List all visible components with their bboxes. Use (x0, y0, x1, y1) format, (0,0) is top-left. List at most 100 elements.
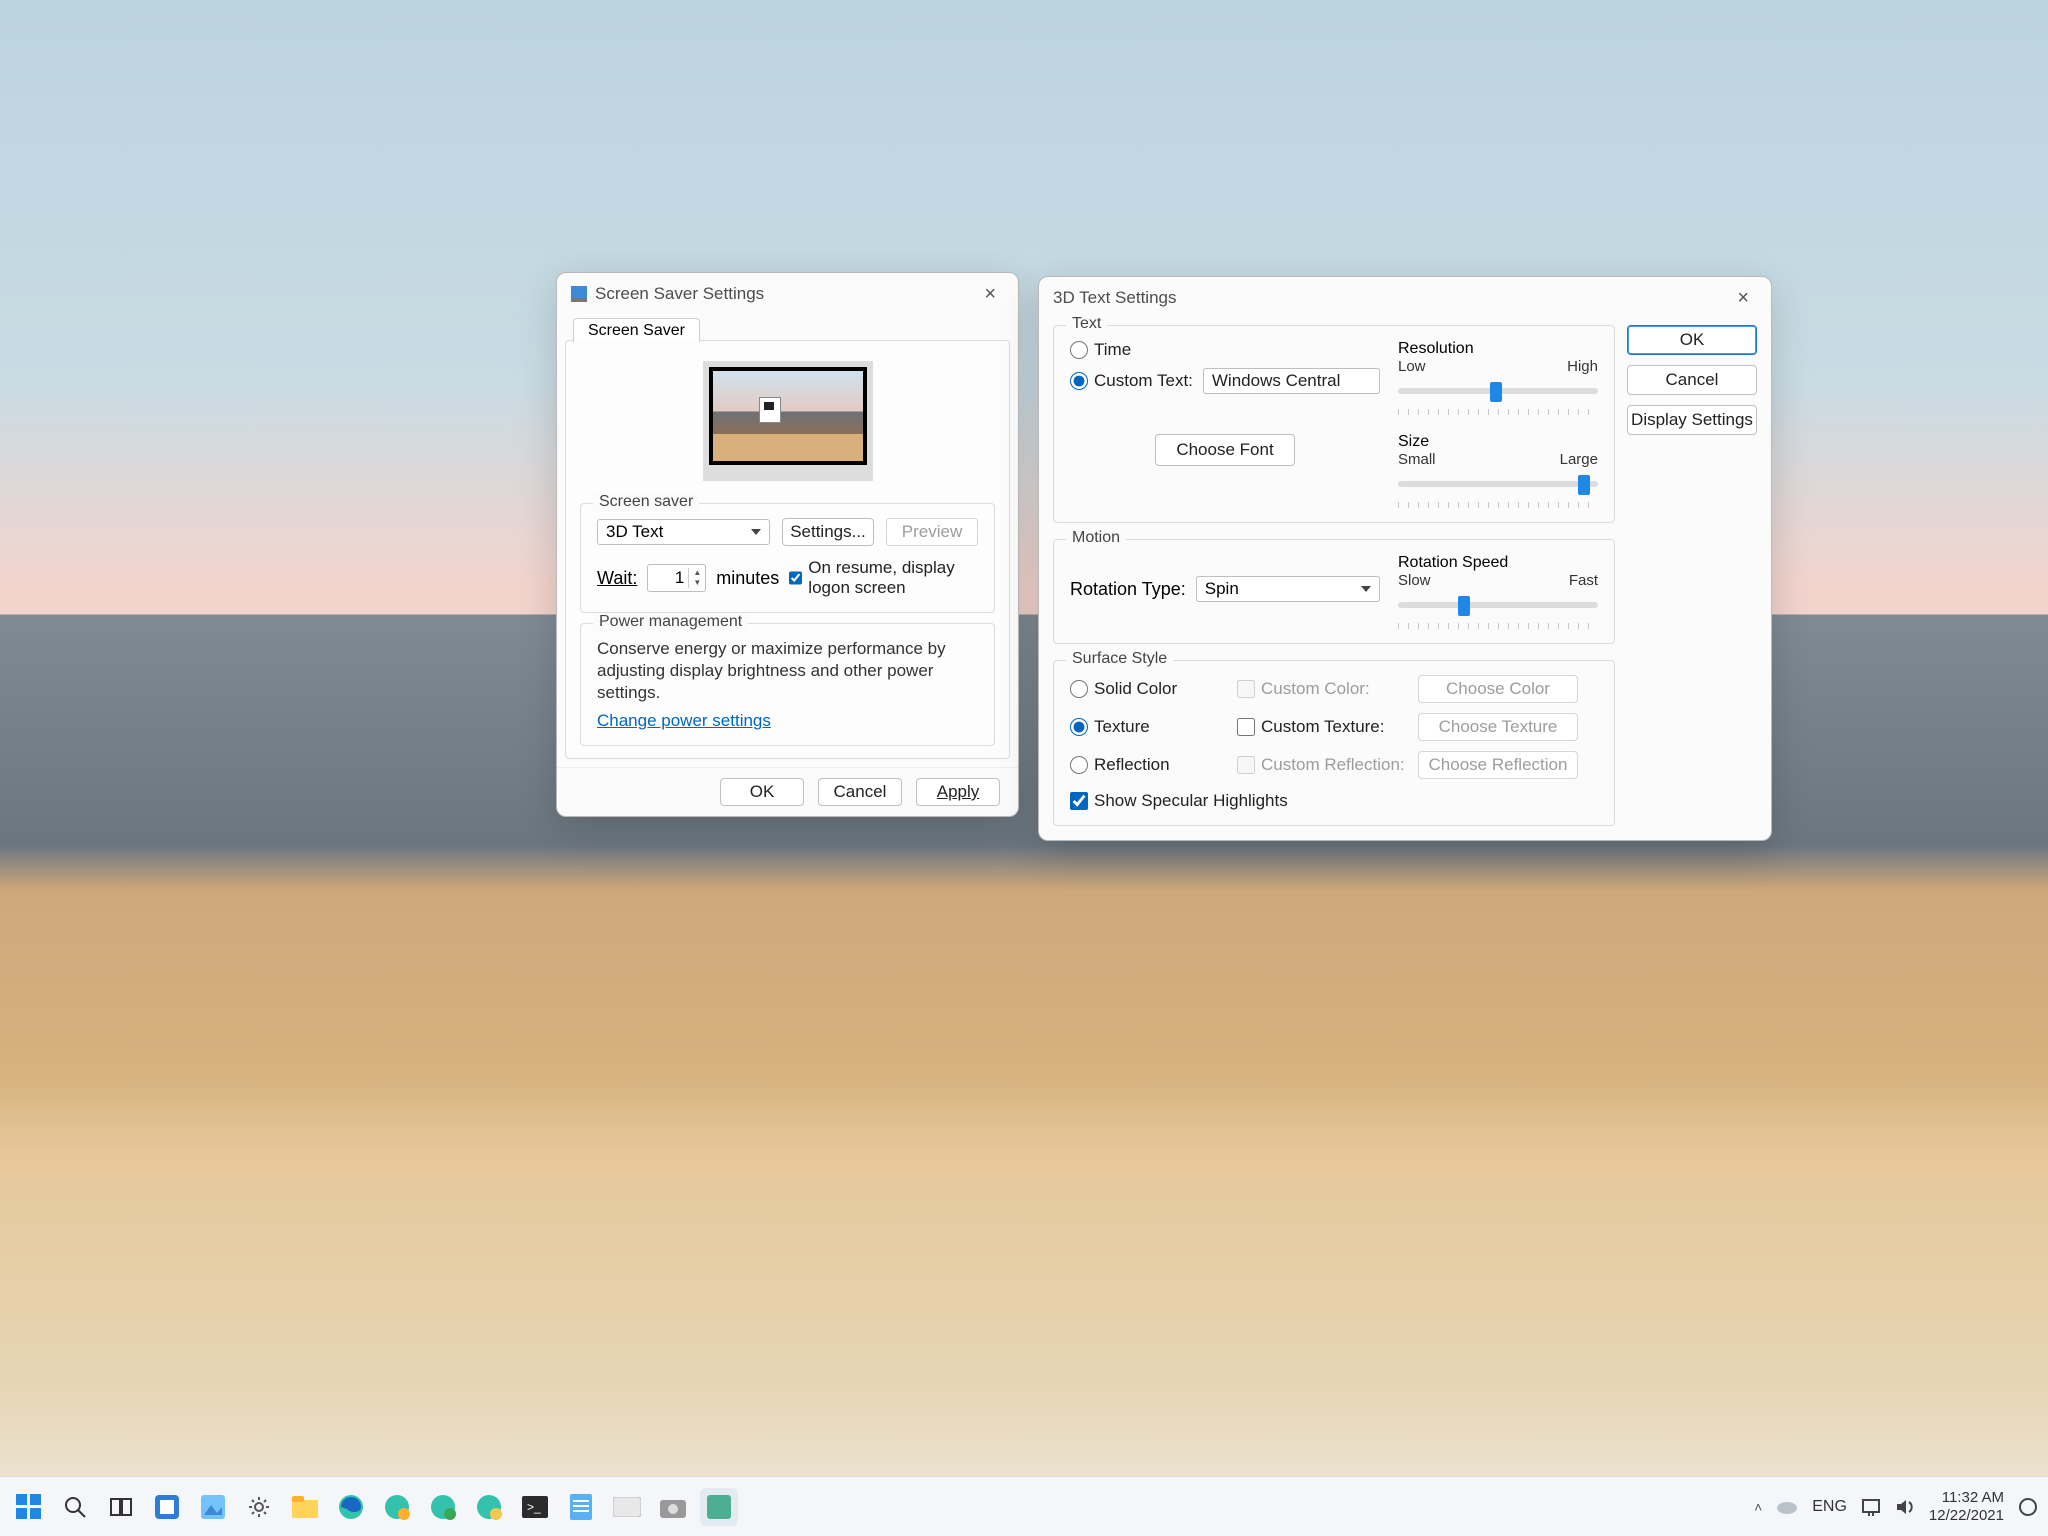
task-view-icon[interactable] (102, 1488, 140, 1526)
custom-texture-checkbox[interactable]: Custom Texture: (1237, 717, 1418, 737)
notepad-icon[interactable] (562, 1488, 600, 1526)
wait-label: Wait: (597, 568, 637, 589)
screensaver-selected: 3D Text (606, 522, 663, 542)
choose-texture-button: Choose Texture (1418, 713, 1578, 741)
svg-text:>_: >_ (527, 1500, 541, 1514)
apply-button[interactable]: Apply (916, 778, 1000, 806)
group-motion-label: Motion (1066, 529, 1126, 547)
speed-slow-label: Slow (1398, 572, 1431, 589)
custom-color-label: Custom Color: (1261, 679, 1370, 699)
resume-logon-checkbox[interactable]: On resume, display logon screen (789, 558, 978, 598)
rotation-speed-slider[interactable] (1398, 589, 1598, 621)
custom-reflection-checkbox: Custom Reflection: (1237, 755, 1418, 775)
speed-fast-label: Fast (1569, 572, 1598, 589)
res-low-label: Low (1398, 358, 1426, 375)
custom-reflection-label: Custom Reflection: (1261, 755, 1405, 775)
display-settings-button[interactable]: Display Settings (1627, 405, 1757, 435)
solid-color-label: Solid Color (1094, 679, 1177, 699)
titlebar[interactable]: 3D Text Settings × (1039, 277, 1771, 319)
app-icon (571, 286, 587, 302)
texture-label: Texture (1094, 717, 1150, 737)
time-label: Time (1094, 340, 1131, 360)
preview-button[interactable]: Preview (886, 518, 978, 546)
screensaver-select[interactable]: 3D Text (597, 519, 770, 545)
custom-texture-label: Custom Texture: (1261, 717, 1384, 737)
notifications-icon[interactable] (2018, 1497, 2038, 1517)
group-text-label: Text (1066, 315, 1107, 333)
edge-beta-icon[interactable] (378, 1488, 416, 1526)
rotation-type-value: Spin (1205, 579, 1239, 599)
specular-label: Show Specular Highlights (1094, 791, 1288, 811)
network-icon[interactable] (1861, 1498, 1881, 1516)
custom-text-label: Custom Text: (1094, 371, 1193, 391)
screensaver-window: Screen Saver Settings × Screen Saver Scr… (556, 272, 1019, 817)
ok-button[interactable]: OK (1627, 325, 1757, 355)
rotation-type-label: Rotation Type: (1070, 579, 1186, 600)
spin-up-icon[interactable]: ▲ (689, 568, 705, 578)
start-icon[interactable] (10, 1488, 48, 1526)
terminal-icon[interactable]: >_ (516, 1488, 554, 1526)
edge-canary-icon[interactable] (470, 1488, 508, 1526)
size-slider[interactable] (1398, 468, 1598, 500)
volume-icon[interactable] (1895, 1498, 1915, 1516)
choose-reflection-button: Choose Reflection (1418, 751, 1578, 779)
clock-time: 11:32 AM (1929, 1489, 2004, 1507)
close-icon[interactable]: × (1729, 285, 1757, 312)
edge-dev-icon[interactable] (424, 1488, 462, 1526)
size-small-label: Small (1398, 451, 1436, 468)
cancel-button[interactable]: Cancel (1627, 365, 1757, 395)
texture-radio[interactable]: Texture (1070, 717, 1237, 737)
taskbar: >_ ˄ ENG 11:32 AM 12/22/2021 (0, 1476, 2048, 1536)
reflection-radio[interactable]: Reflection (1070, 755, 1237, 775)
cancel-button[interactable]: Cancel (818, 778, 902, 806)
settings-button[interactable]: Settings... (782, 518, 874, 546)
spin-down-icon[interactable]: ▼ (689, 578, 705, 588)
rotation-type-select[interactable]: Spin (1196, 576, 1380, 602)
ok-button[interactable]: OK (720, 778, 804, 806)
size-large-label: Large (1560, 451, 1598, 468)
specular-checkbox[interactable]: Show Specular Highlights (1070, 791, 1598, 811)
monitor-preview (703, 361, 873, 481)
tray-chevron-icon[interactable]: ˄ (1754, 1499, 1762, 1515)
window-title: Screen Saver Settings (595, 284, 764, 304)
time-radio[interactable]: Time (1070, 340, 1380, 360)
chevron-down-icon (751, 529, 761, 535)
photos-icon[interactable] (194, 1488, 232, 1526)
window-title: 3D Text Settings (1053, 288, 1176, 308)
rotation-speed-label: Rotation Speed (1398, 554, 1598, 572)
custom-text-input[interactable]: Windows Central (1203, 368, 1380, 394)
explorer-icon[interactable] (286, 1488, 324, 1526)
change-power-settings-link[interactable]: Change power settings (597, 711, 771, 730)
close-icon[interactable]: × (976, 281, 1004, 308)
size-label: Size (1398, 433, 1598, 451)
settings-icon[interactable] (240, 1488, 278, 1526)
onedrive-icon[interactable] (1776, 1499, 1798, 1515)
resolution-slider[interactable] (1398, 375, 1598, 407)
resolution-label: Resolution (1398, 340, 1598, 358)
wait-spinner[interactable]: ▲▼ (647, 564, 706, 592)
edge-icon[interactable] (332, 1488, 370, 1526)
power-management-label: Power management (593, 613, 748, 631)
titlebar[interactable]: Screen Saver Settings × (557, 273, 1018, 315)
choose-color-button: Choose Color (1418, 675, 1578, 703)
choose-font-button[interactable]: Choose Font (1155, 434, 1295, 466)
pinned-app-icon[interactable] (700, 1488, 738, 1526)
custom-color-checkbox: Custom Color: (1237, 679, 1418, 699)
search-icon[interactable] (56, 1488, 94, 1526)
custom-text-radio[interactable]: Custom Text: Windows Central (1070, 368, 1380, 394)
resume-logon-label: On resume, display logon screen (808, 558, 978, 598)
keyboard-icon[interactable] (608, 1488, 646, 1526)
solid-color-radio[interactable]: Solid Color (1070, 679, 1237, 699)
clock[interactable]: 11:32 AM 12/22/2021 (1929, 1489, 2004, 1525)
screensaver-section-label: Screen saver (593, 493, 699, 511)
wait-value[interactable] (648, 568, 688, 588)
chevron-down-icon (1361, 586, 1371, 592)
power-management-text: Conserve energy or maximize performance … (597, 638, 978, 704)
widgets-icon[interactable] (148, 1488, 186, 1526)
language-indicator[interactable]: ENG (1812, 1498, 1847, 1516)
clock-date: 12/22/2021 (1929, 1507, 2004, 1525)
text3d-window: 3D Text Settings × Text Time Custom Text… (1038, 276, 1772, 841)
wait-unit: minutes (716, 568, 779, 589)
camera-icon[interactable] (654, 1488, 692, 1526)
tab-screensaver[interactable]: Screen Saver (573, 318, 700, 342)
